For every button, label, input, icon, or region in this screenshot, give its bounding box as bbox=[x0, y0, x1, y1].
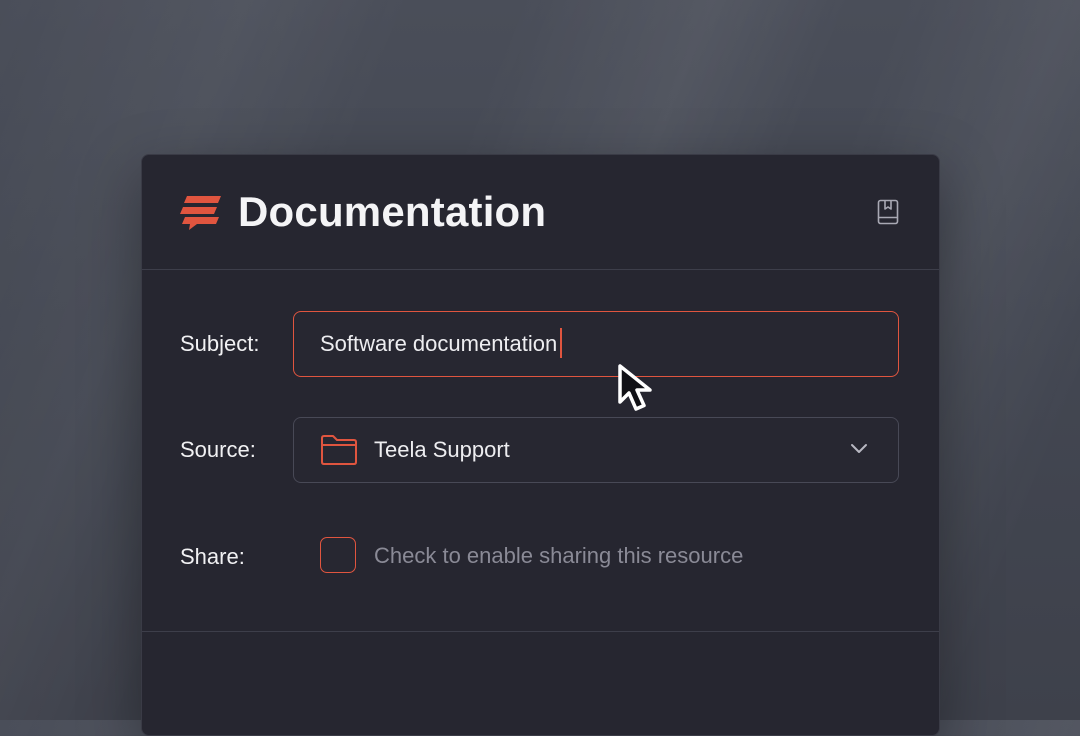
subject-row: Subject: Software documentation bbox=[142, 311, 939, 377]
page-title: Documentation bbox=[238, 188, 547, 235]
brand-logo bbox=[180, 196, 221, 230]
chevron-down-icon bbox=[851, 444, 867, 453]
share-checkbox[interactable] bbox=[320, 537, 356, 573]
subject-input-value: Software documentation bbox=[320, 312, 563, 376]
mouse-pointer-icon bbox=[618, 364, 652, 411]
book-icon[interactable] bbox=[877, 199, 899, 225]
documentation-panel: Documentation Subject: Software document… bbox=[141, 154, 940, 736]
panel-header: Documentation bbox=[142, 155, 939, 270]
source-row: Source: Teela Support bbox=[142, 417, 939, 483]
footer-divider bbox=[142, 631, 939, 632]
text-caret bbox=[560, 328, 563, 359]
subject-label: Subject: bbox=[180, 331, 260, 356]
source-select-value: Teela Support bbox=[374, 437, 510, 462]
source-label: Source: bbox=[180, 437, 256, 462]
share-hint: Check to enable sharing this resource bbox=[374, 543, 744, 568]
folder-icon bbox=[321, 435, 357, 465]
subject-input[interactable]: Software documentation bbox=[293, 311, 899, 377]
share-label: Share: bbox=[180, 544, 245, 569]
share-row: Share: Check to enable sharing this reso… bbox=[142, 524, 939, 590]
source-select[interactable]: Teela Support bbox=[293, 417, 899, 483]
